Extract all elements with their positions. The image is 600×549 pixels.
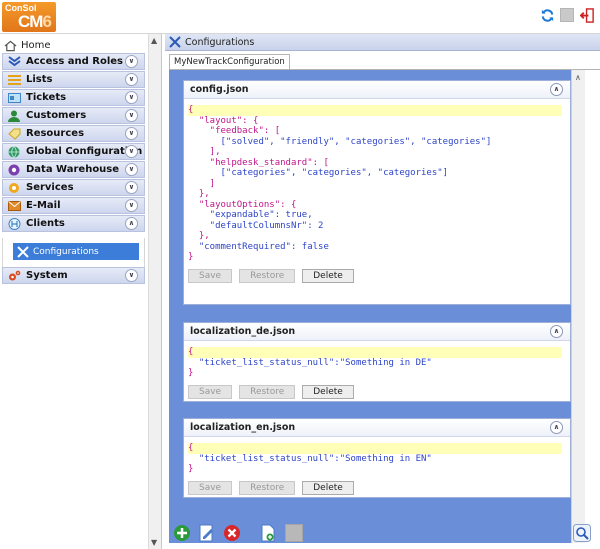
delete-icon[interactable] (223, 524, 241, 542)
sidebar-item-e-mail[interactable]: E-Mail ∨ (2, 197, 145, 214)
delete-button[interactable]: Delete (302, 480, 354, 495)
restore-button[interactable]: Restore (239, 480, 296, 495)
card-header: localization_de.json ∧ (184, 323, 570, 341)
sidebar-item-data-warehouse[interactable]: Data Warehouse ∨ (2, 161, 145, 178)
logout-icon[interactable] (580, 8, 595, 23)
mail-icon (7, 199, 21, 213)
app-header: ConSol CM6 (0, 0, 600, 34)
json-editor[interactable]: { "ticket_list_status_null":"Something i… (188, 347, 562, 379)
json-editor[interactable]: { "layout": { "feedback": [ ["solved", "… (188, 105, 562, 263)
card-header: config.json ∧ (184, 81, 570, 99)
panel-title-bar: Configurations (165, 34, 600, 51)
sidebar-item-customers[interactable]: Customers ∨ (2, 107, 145, 124)
disabled-icon (285, 524, 303, 542)
localization-de-card: localization_de.json ∧ { "ticket_list_st… (183, 322, 571, 402)
restore-button[interactable]: Restore (239, 384, 296, 399)
resource-icon (7, 127, 21, 141)
search-icon[interactable] (573, 524, 591, 542)
card-header: localization_en.json ∧ (184, 419, 570, 437)
consol-cm6-logo: ConSol CM6 (2, 2, 56, 32)
chevron-down-icon[interactable]: ∨ (125, 55, 138, 68)
chevron-down-icon[interactable]: ∨ (125, 145, 138, 158)
chevron-down-icon[interactable]: ∨ (125, 109, 138, 122)
chevron-down-icon[interactable]: ∨ (125, 199, 138, 212)
scroll-down-icon[interactable]: ▼ (151, 538, 157, 547)
chevron-down-icon[interactable]: ∨ (125, 163, 138, 176)
chevron-down-icon[interactable]: ∨ (125, 73, 138, 86)
tab-mynewtrackconfiguration[interactable]: MyNewTrackConfiguration (169, 54, 290, 70)
add-icon[interactable] (173, 524, 191, 542)
scroll-up-icon[interactable]: ∧ (575, 73, 581, 82)
json-editor[interactable]: { "ticket_list_status_null":"Something i… (188, 443, 562, 475)
chevron-up-icon[interactable]: ∧ (550, 421, 563, 434)
sidebar-item-global-configuration[interactable]: Global Configuration ∨ (2, 143, 145, 160)
sidebar-item-resources[interactable]: Resources ∨ (2, 125, 145, 142)
chevron-down-icon[interactable]: ∨ (125, 127, 138, 140)
panel-title: Configurations (185, 36, 255, 48)
save-button[interactable]: Save (188, 268, 233, 283)
sidebar-item-system[interactable]: System ∨ (2, 267, 145, 284)
clients-icon (7, 217, 21, 231)
new-file-icon[interactable] (259, 524, 277, 542)
chevron-down-icon[interactable]: ∨ (125, 91, 138, 104)
gear-icon (7, 269, 21, 283)
chevron-up-icon[interactable]: ∧ (125, 217, 138, 230)
user-icon (7, 109, 21, 123)
delete-button[interactable]: Delete (302, 268, 354, 283)
tools-icon (169, 36, 181, 48)
localization-en-card: localization_en.json ∧ { "ticket_list_st… (183, 418, 571, 498)
content-scrollbar[interactable]: ∧ ∨ (571, 70, 585, 543)
main-panel: Configurations MyNewTrackConfiguration c… (165, 34, 600, 549)
home-link[interactable]: Home (4, 38, 51, 53)
chevron-down-icon[interactable]: ∨ (125, 181, 138, 194)
clients-submenu: Configurations (2, 238, 145, 269)
warehouse-icon (7, 163, 21, 177)
disabled-button (560, 8, 574, 22)
sidebar: Home Access and Roles ∨ Lists ∨ Tickets … (0, 34, 162, 549)
chevron-down-icon[interactable]: ∨ (125, 269, 138, 282)
list-icon (7, 73, 21, 87)
ticket-icon (7, 91, 21, 105)
scroll-up-icon[interactable]: ▲ (151, 36, 157, 45)
home-label: Home (21, 40, 51, 51)
globe-icon (7, 145, 21, 159)
chevron-up-icon[interactable]: ∧ (550, 83, 563, 96)
sidebar-item-clients[interactable]: Clients ∧ (2, 215, 145, 232)
bottom-toolbar (165, 520, 600, 549)
sidebar-item-tickets[interactable]: Tickets ∨ (2, 89, 145, 106)
sidebar-scrollbar[interactable]: ▲ ▼ (148, 34, 161, 549)
edit-icon[interactable] (198, 524, 216, 542)
chevron-up-icon[interactable]: ∧ (550, 325, 563, 338)
home-icon (4, 40, 17, 51)
sidebar-item-access-and-roles[interactable]: Access and Roles ∨ (2, 53, 145, 70)
sidebar-item-configurations[interactable]: Configurations (13, 243, 139, 260)
sidebar-item-lists[interactable]: Lists ∨ (2, 71, 145, 88)
refresh-icon[interactable] (540, 8, 555, 23)
save-button[interactable]: Save (188, 480, 233, 495)
delete-button[interactable]: Delete (302, 384, 354, 399)
config-json-card: config.json ∧ { "layout": { "feedback": … (183, 80, 571, 305)
sidebar-item-services[interactable]: Services ∨ (2, 179, 145, 196)
restore-button[interactable]: Restore (239, 268, 296, 283)
services-icon (7, 181, 21, 195)
tools-icon (17, 245, 29, 258)
shield-icon (7, 55, 21, 69)
save-button[interactable]: Save (188, 384, 233, 399)
configuration-cards-area: config.json ∧ { "layout": { "feedback": … (169, 70, 571, 543)
